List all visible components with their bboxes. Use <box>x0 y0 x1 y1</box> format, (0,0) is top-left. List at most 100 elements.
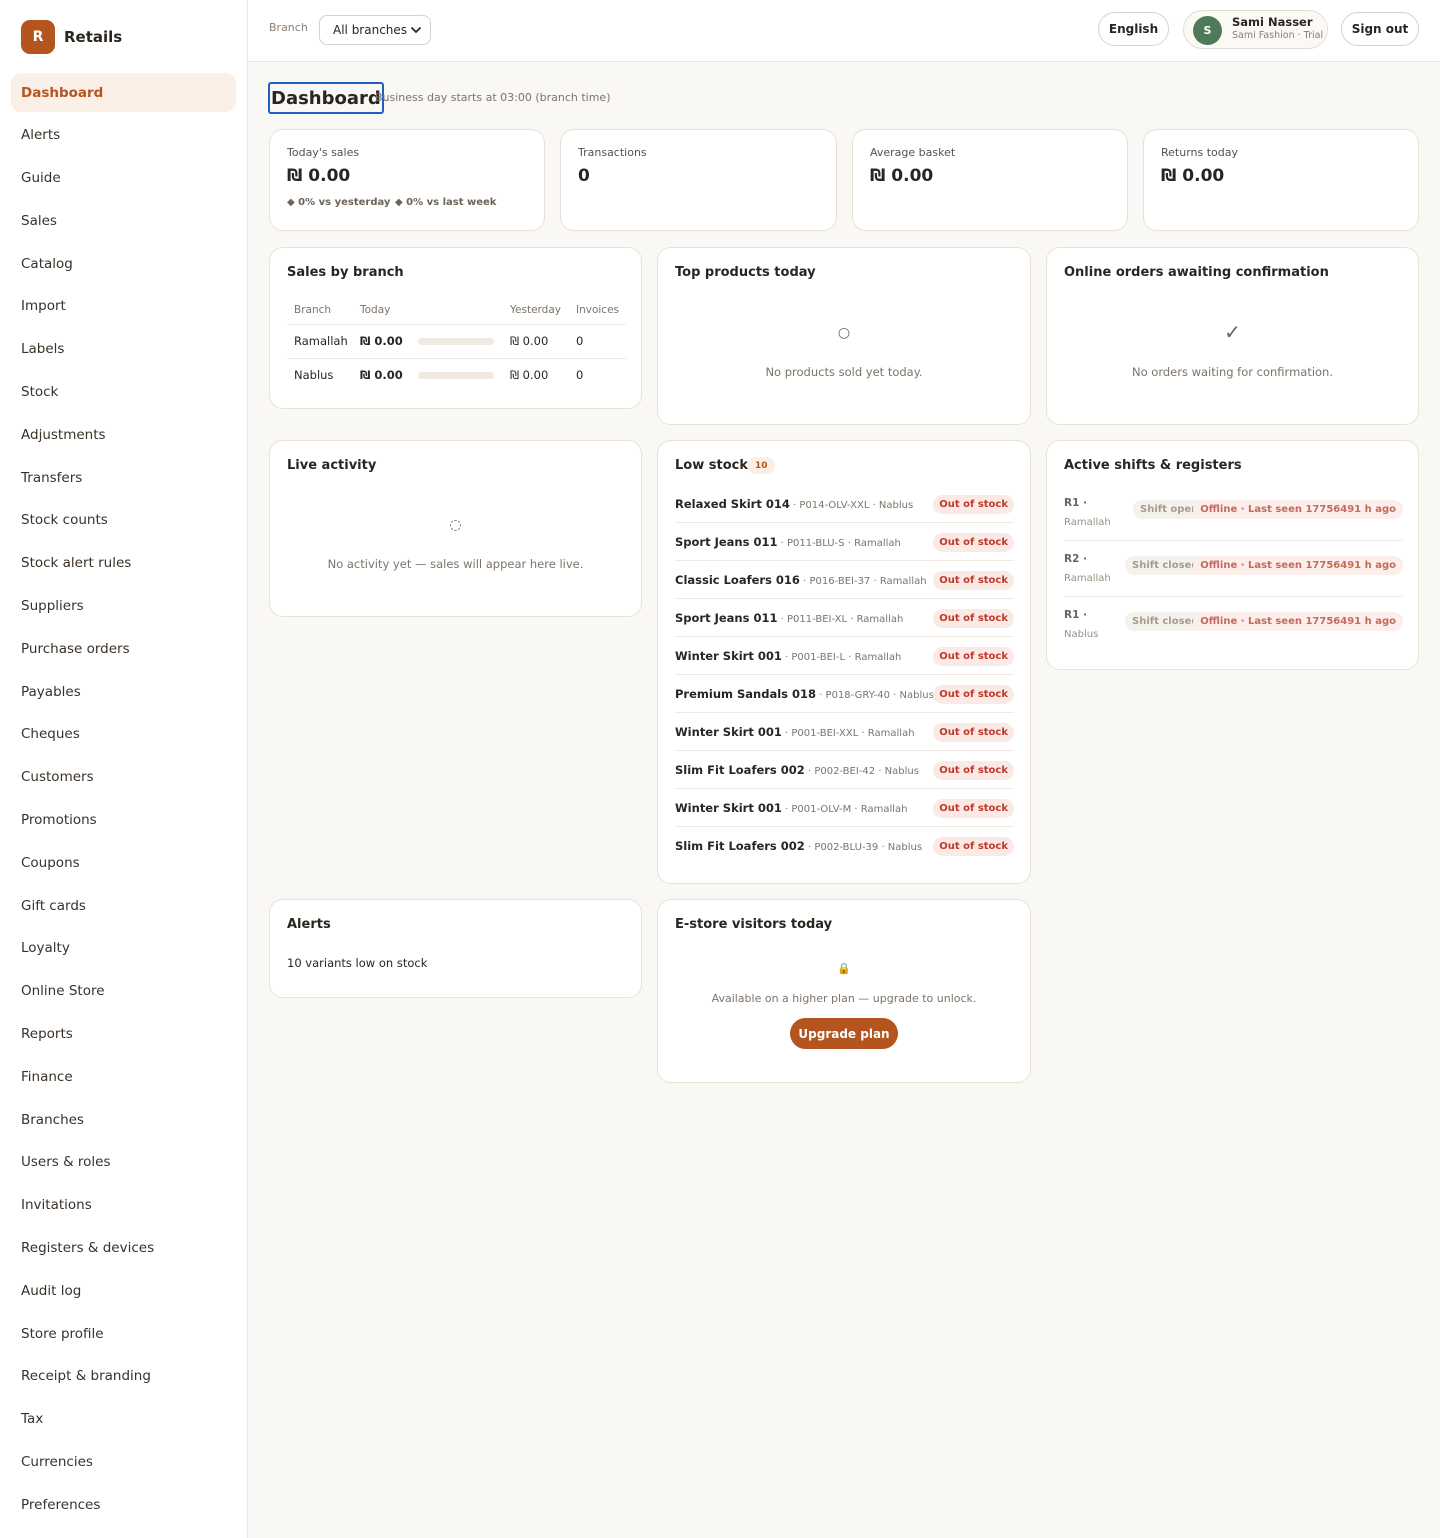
low-stock-list: Relaxed Skirt 014 · P014-OLV-XXL · Nablu… <box>675 485 1014 865</box>
col-branch: Branch <box>287 296 353 325</box>
chevron-down-icon <box>411 27 421 34</box>
alerts-card: Alerts 10 variants low on stock <box>269 899 642 998</box>
list-item[interactable]: Winter Skirt 001 · P001-BEI-XXL · Ramall… <box>675 713 1014 751</box>
product-title: Winter Skirt 001 <box>675 801 782 815</box>
list-item[interactable]: Winter Skirt 001 · P001-OLV-M · Ramallah… <box>675 789 1014 827</box>
list-item[interactable]: Sport Jeans 011 · P011-BLU-S · Ramallah O… <box>675 523 1014 561</box>
sidebar-item-alerts[interactable]: Alerts <box>11 116 236 155</box>
sidebar: R Retails Dashboard Alerts Guide Sales Catal… <box>0 0 248 1538</box>
sidebar-item-payables[interactable]: Payables <box>11 672 236 711</box>
sidebar-item-invitations[interactable]: Invitations <box>11 1186 236 1225</box>
sidebar-item-stock[interactable]: Stock <box>11 373 236 412</box>
list-item[interactable]: Winter Skirt 001 · P001-BEI-L · Ramallah… <box>675 637 1014 675</box>
register-name: R1 · <box>1064 609 1088 621</box>
product-title: Classic Loafers 016 <box>675 573 800 587</box>
cell-today: ₪ 0.00 <box>360 334 403 348</box>
sidebar-item-gift-cards[interactable]: Gift cards <box>11 886 236 925</box>
sidebar-item-coupons[interactable]: Coupons <box>11 843 236 882</box>
brand[interactable]: R Retails <box>21 20 122 54</box>
branch-label: Branch <box>269 21 308 34</box>
card-title: Sales by branch <box>287 265 404 280</box>
branch-select-value: All branches <box>333 23 408 37</box>
list-item[interactable]: Premium Sandals 018 · P018-GRY-40 · Nabl… <box>675 675 1014 713</box>
cell-branch: Ramallah <box>287 324 353 359</box>
sidebar-item-promotions[interactable]: Promotions <box>11 801 236 840</box>
sidebar-item-stock-alert-rules[interactable]: Stock alert rules <box>11 544 236 583</box>
sidebar-item-adjustments[interactable]: Adjustments <box>11 415 236 454</box>
delta-vs-last-week: ◆ 0% vs last week <box>395 197 497 208</box>
product-name: Premium Sandals 018 · P018-GRY-40 · Nabl… <box>675 687 934 701</box>
sidebar-item-purchase-orders[interactable]: Purchase orders <box>11 629 236 668</box>
sidebar-item-preferences[interactable]: Preferences <box>11 1485 236 1524</box>
empty-message: No activity yet — sales will appear here… <box>327 557 584 571</box>
kpi-label: Today's sales <box>287 146 360 159</box>
cell-branch: Nablus <box>294 368 334 383</box>
card-title: Low stock <box>675 458 748 473</box>
list-item[interactable]: R2 · Ramallah Shift closed Offline · Last s… <box>1064 541 1403 597</box>
kpi-returns-today: Returns today ₪ 0.00 <box>1143 129 1419 231</box>
product-meta: · P018-GRY-40 · Nablus <box>816 690 934 701</box>
sidebar-item-dashboard[interactable]: Dashboard <box>11 73 236 112</box>
status-badge: Out of stock <box>933 571 1014 590</box>
product-name: Slim Fit Loafers 002 · P002-BLU-39 · Nab… <box>675 839 922 853</box>
kpi-value: ₪ 0.00 <box>1161 166 1225 186</box>
empty-message: No orders waiting for confirmation. <box>1131 365 1334 379</box>
branch-select[interactable]: All branches <box>319 15 431 45</box>
list-item[interactable]: Sport Jeans 011 · P011-BEI-XL · Ramallah… <box>675 599 1014 637</box>
list-item[interactable]: Slim Fit Loafers 002 · P002-BEI-42 · Nab… <box>675 751 1014 789</box>
sidebar-item-customers[interactable]: Customers <box>11 758 236 797</box>
sidebar-item-cheques[interactable]: Cheques <box>11 715 236 754</box>
col-invoices: Invoices <box>569 296 626 325</box>
empty-circle-icon: ○ <box>837 325 851 341</box>
sidebar-item-loyalty[interactable]: Loyalty <box>11 929 236 968</box>
user-menu[interactable]: S Sami Nasser Sami Fashion · Trial <box>1183 10 1328 49</box>
sidebar-item-online-store[interactable]: Online Store <box>11 972 236 1011</box>
sidebar-item-registers-devices[interactable]: Registers & devices <box>11 1229 236 1268</box>
product-title: Premium Sandals 018 <box>675 687 817 701</box>
card-title: Active shifts & registers <box>1064 458 1242 473</box>
list-item[interactable]: Classic Loafers 016 · P016-BEI-37 · Rama… <box>675 561 1014 599</box>
status-badge: Out of stock <box>933 799 1014 818</box>
sidebar-item-transfers[interactable]: Transfers <box>11 458 236 497</box>
product-name: Sport Jeans 011 · P011-BLU-S · Ramallah <box>675 535 901 549</box>
sidebar-item-reports[interactable]: Reports <box>11 1015 236 1054</box>
low-stock-card: Low stock 10 Relaxed Skirt 014 · P014-OL… <box>657 440 1031 884</box>
language-button[interactable]: English <box>1098 12 1169 46</box>
product-meta: · P001-BEI-XXL · Ramallah <box>781 728 915 739</box>
list-item[interactable]: R1 · Ramallah Shift open Offline · Last see… <box>1064 485 1403 541</box>
product-title: Winter Skirt 001 <box>675 725 782 739</box>
upgrade-plan-button[interactable]: Upgrade plan <box>790 1018 898 1049</box>
product-title: Relaxed Skirt 014 <box>675 497 790 511</box>
sidebar-item-import[interactable]: Import <box>11 287 236 326</box>
kpi-todays-sales: Today's sales ₪ 0.00 ◆ 0% vs yesterday ◆… <box>269 129 545 231</box>
card-title: E-store visitors today <box>675 917 833 932</box>
sidebar-item-finance[interactable]: Finance <box>11 1057 236 1096</box>
sign-out-button[interactable]: Sign out <box>1341 12 1419 46</box>
list-item[interactable]: R1 · Nablus Shift closed Offline · Last see… <box>1064 597 1403 653</box>
sidebar-item-audit-log[interactable]: Audit log <box>11 1271 236 1310</box>
status-badge: Out of stock <box>933 533 1014 552</box>
share-bar <box>418 337 494 345</box>
alerts-text[interactable]: 10 variants low on stock <box>287 956 427 970</box>
sidebar-item-tax[interactable]: Tax <box>11 1400 236 1439</box>
sidebar-item-users-roles[interactable]: Users & roles <box>11 1143 236 1182</box>
list-item[interactable]: Relaxed Skirt 014 · P014-OLV-XXL · Nablu… <box>675 485 1014 523</box>
list-item[interactable]: Slim Fit Loafers 002 · P002-BLU-39 · Nab… <box>675 827 1014 865</box>
product-title: Winter Skirt 001 <box>675 649 782 663</box>
table-row: Nablus ₪ 0.00 ₪ 0.00 0 <box>287 358 626 392</box>
avatar: S <box>1193 16 1222 45</box>
sidebar-item-currencies[interactable]: Currencies <box>11 1443 236 1482</box>
sidebar-item-store-profile[interactable]: Store profile <box>11 1314 236 1353</box>
sidebar-item-catalog[interactable]: Catalog <box>11 244 236 283</box>
register-name: R2 · <box>1064 553 1088 565</box>
sidebar-item-receipt-branding[interactable]: Receipt & branding <box>11 1357 236 1396</box>
card-title: Live activity <box>287 458 377 473</box>
sidebar-item-guide[interactable]: Guide <box>11 159 236 198</box>
sidebar-item-suppliers[interactable]: Suppliers <box>11 587 236 626</box>
sidebar-item-sales[interactable]: Sales <box>11 201 236 240</box>
sidebar-item-branches[interactable]: Branches <box>11 1100 236 1139</box>
sidebar-item-stock-counts[interactable]: Stock counts <box>11 501 236 540</box>
register-branch: Nablus <box>1064 629 1099 640</box>
user-subtitle: Sami Fashion · Trial <box>1232 30 1324 41</box>
sidebar-item-labels[interactable]: Labels <box>11 330 236 369</box>
